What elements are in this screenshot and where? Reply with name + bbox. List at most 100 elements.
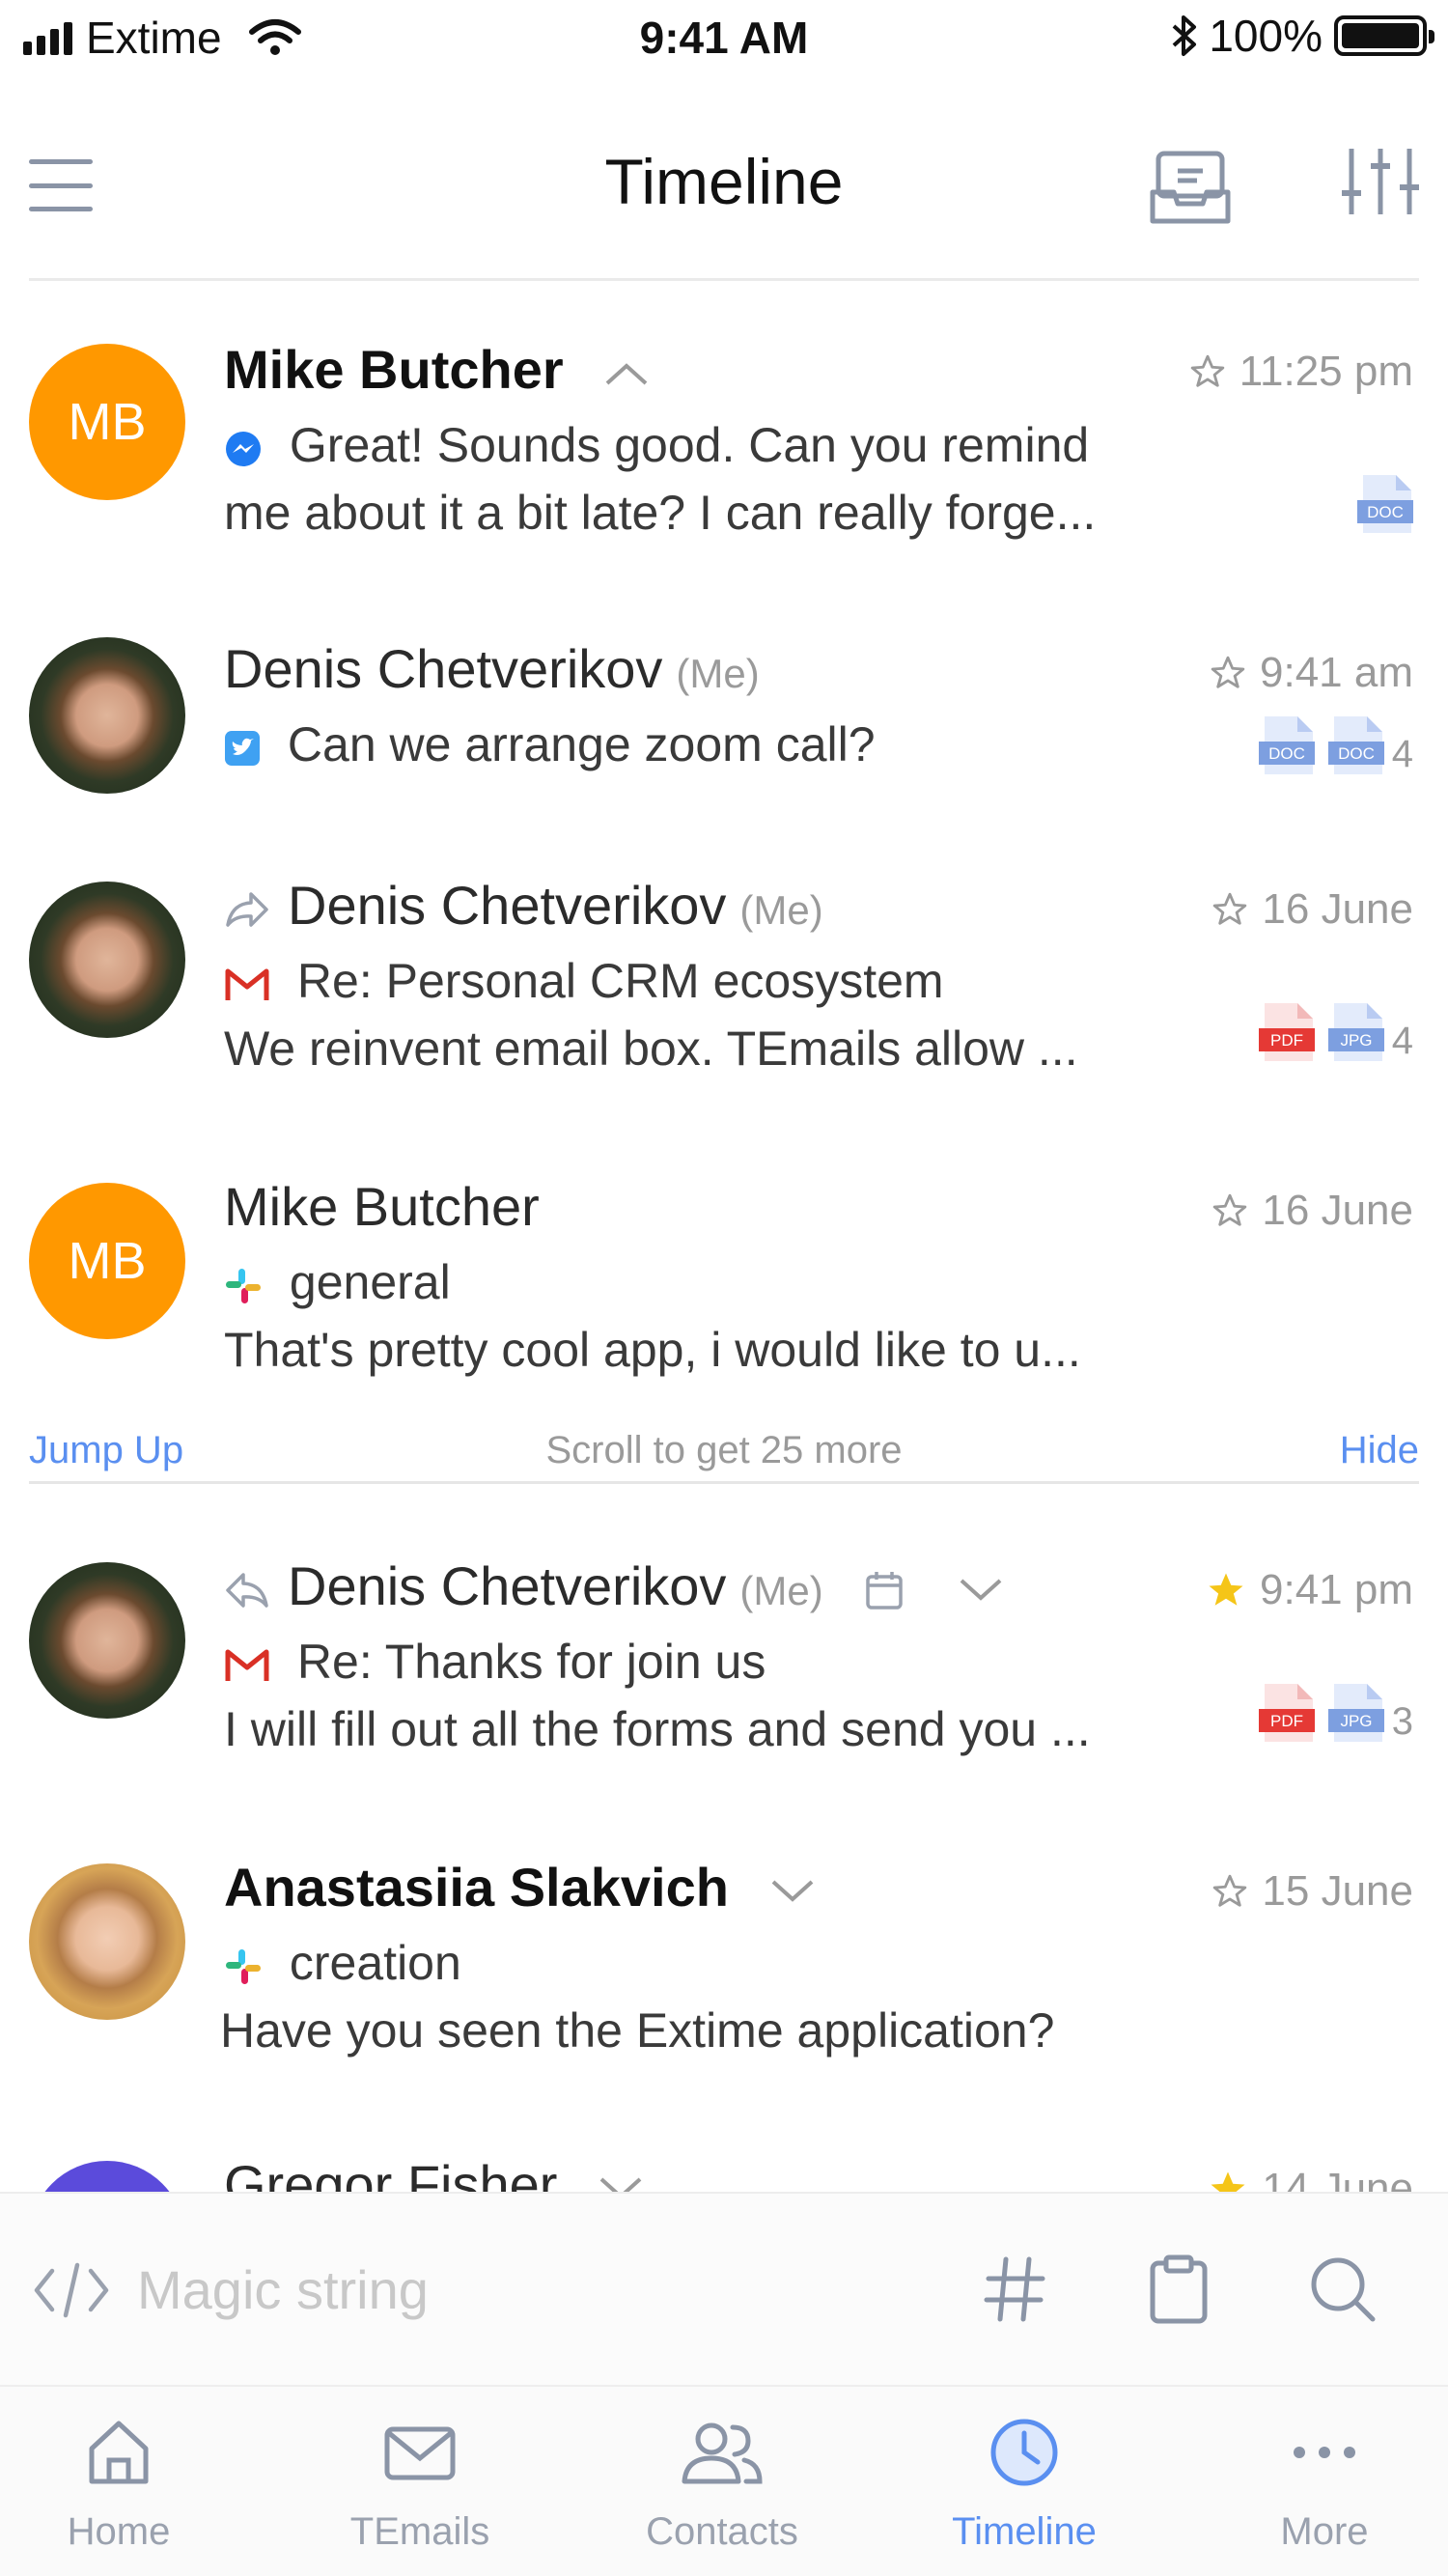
mail-icon bbox=[384, 2426, 456, 2480]
jpg-file-icon[interactable]: JPG bbox=[1327, 1001, 1384, 1063]
message-preview: Great! Sounds good. Can you remind bbox=[224, 417, 1089, 473]
timeline-item[interactable]: Denis Chetverikov (Me) 9:41 pm Re: Thanks… bbox=[0, 1554, 1448, 1796]
svg-text:DOC: DOC bbox=[1367, 503, 1404, 521]
load-more-bar: Scroll to get 25 more Jump Up Hide bbox=[29, 1429, 1419, 1487]
filter-icon[interactable] bbox=[1340, 145, 1421, 218]
search-icon[interactable] bbox=[1307, 2254, 1378, 2325]
avatar bbox=[29, 1863, 185, 2020]
timeline-item[interactable]: Denis Chetverikov (Me) 9:41 am Can we arr… bbox=[0, 637, 1448, 830]
contact-name: Mike Butcher bbox=[224, 1176, 540, 1237]
item-time: 16 June bbox=[1211, 885, 1413, 934]
tab-home[interactable]: Home bbox=[0, 2387, 264, 2576]
contact-name: Gregor Fisher bbox=[224, 2153, 644, 2192]
attachments: DOC bbox=[1357, 473, 1413, 535]
magic-string-input[interactable] bbox=[135, 2240, 911, 2338]
clock-icon bbox=[990, 2419, 1058, 2486]
message-preview: Have you seen the Extime application? bbox=[220, 2003, 1055, 2058]
chevron-down-icon[interactable] bbox=[598, 2175, 644, 2192]
item-time: 9:41 pm bbox=[1206, 1566, 1413, 1614]
separator-line bbox=[29, 1481, 1419, 1484]
svg-text:PDF: PDF bbox=[1270, 1031, 1303, 1050]
doc-file-icon[interactable]: DOC bbox=[1357, 473, 1413, 535]
attachment-count: 4 bbox=[1391, 1020, 1413, 1062]
avatar bbox=[29, 2161, 185, 2192]
status-bar: Extime 9:41 AM 100% bbox=[0, 0, 1448, 81]
message-preview: Can we arrange zoom call? bbox=[224, 716, 876, 772]
status-right: 100% bbox=[1170, 10, 1434, 62]
attachments: DOC DOC 4 bbox=[1258, 714, 1413, 776]
tab-temails[interactable]: TEmails bbox=[275, 2387, 565, 2576]
magic-string-bar bbox=[0, 2192, 1448, 2387]
jpg-file-icon[interactable]: JPG bbox=[1327, 1682, 1384, 1744]
contact-name: Anastasiia Slakvich bbox=[224, 1856, 816, 1918]
tab-more[interactable]: More bbox=[1180, 2387, 1448, 2576]
timeline-item[interactable]: Anastasiia Slakvich 15 June creation Hav… bbox=[0, 1856, 1448, 2097]
item-time: 9:41 am bbox=[1210, 649, 1413, 697]
message-preview: I will fill out all the forms and send y… bbox=[224, 1702, 1091, 1756]
gmail-icon bbox=[225, 1649, 269, 1681]
star-outline-icon[interactable] bbox=[1189, 353, 1226, 390]
battery-percent: 100% bbox=[1209, 11, 1323, 61]
tab-label: Home bbox=[67, 2510, 171, 2553]
item-time: 16 June bbox=[1211, 1187, 1413, 1235]
pdf-file-icon[interactable]: PDF bbox=[1258, 1682, 1315, 1744]
tab-timeline[interactable]: Timeline bbox=[879, 2387, 1169, 2576]
svg-text:DOC: DOC bbox=[1338, 744, 1375, 763]
avatar bbox=[29, 882, 185, 1038]
timeline-item[interactable]: Gregor Fisher 14 June bbox=[0, 2153, 1448, 2192]
chevron-up-icon[interactable] bbox=[603, 360, 650, 387]
avatar: MB bbox=[29, 1183, 185, 1339]
message-preview: We reinvent email box. TEmails allow ... bbox=[224, 1022, 1078, 1076]
tab-label: More bbox=[1280, 2510, 1369, 2553]
message-subject: Re: Thanks for join us bbox=[224, 1634, 766, 1690]
hide-link[interactable]: Hide bbox=[1340, 1429, 1419, 1472]
slack-icon bbox=[226, 1268, 261, 1303]
tab-contacts[interactable]: Contacts bbox=[577, 2387, 867, 2576]
item-time: 15 June bbox=[1211, 1867, 1413, 1916]
star-outline-icon[interactable] bbox=[1211, 1873, 1248, 1910]
timeline-item[interactable]: MB Mike Butcher 11:25 pm Great! Sounds g… bbox=[0, 338, 1448, 579]
hashtag-icon[interactable] bbox=[983, 2255, 1046, 2323]
timeline-item[interactable]: MB Mike Butcher 16 June general That's p… bbox=[0, 1175, 1448, 1416]
calendar-icon bbox=[866, 1572, 904, 1610]
timeline-item[interactable]: Denis Chetverikov (Me) 16 June Re: Person… bbox=[0, 874, 1448, 1115]
star-outline-icon[interactable] bbox=[1211, 1192, 1248, 1229]
message-preview: That's pretty cool app, i would like to … bbox=[224, 1323, 1081, 1377]
code-icon[interactable] bbox=[33, 2261, 110, 2319]
item-time: 11:25 pm bbox=[1189, 348, 1413, 396]
item-time: 14 June bbox=[1208, 2165, 1413, 2192]
star-outline-icon[interactable] bbox=[1210, 655, 1246, 691]
doc-file-icon[interactable]: DOC bbox=[1258, 714, 1315, 776]
gmail-icon bbox=[225, 968, 269, 1000]
attachment-count: 3 bbox=[1391, 1700, 1413, 1743]
chevron-down-icon[interactable] bbox=[769, 1878, 816, 1905]
avatar bbox=[29, 637, 185, 794]
star-filled-icon[interactable] bbox=[1208, 2169, 1248, 2192]
jump-up-link[interactable]: Jump Up bbox=[29, 1429, 183, 1472]
message-subject: Re: Personal CRM ecosystem bbox=[224, 953, 944, 1009]
pdf-file-icon[interactable]: PDF bbox=[1258, 1001, 1315, 1063]
svg-text:JPG: JPG bbox=[1340, 1031, 1372, 1050]
inbox-icon[interactable] bbox=[1149, 150, 1232, 227]
twitter-icon bbox=[225, 730, 260, 766]
svg-text:DOC: DOC bbox=[1268, 744, 1305, 763]
forward-icon bbox=[226, 892, 268, 927]
contact-name: Denis Chetverikov (Me) bbox=[224, 638, 760, 699]
svg-text:JPG: JPG bbox=[1340, 1712, 1372, 1730]
messenger-icon bbox=[226, 431, 261, 466]
header: Timeline bbox=[0, 106, 1448, 276]
timeline-screen: Extime 9:41 AM 100% Timeline MB Mike But… bbox=[0, 0, 1448, 2576]
tab-label: TEmails bbox=[349, 2510, 490, 2553]
chevron-down-icon[interactable] bbox=[958, 1577, 1004, 1604]
star-outline-icon[interactable] bbox=[1211, 891, 1248, 928]
avatar: MB bbox=[29, 344, 185, 500]
doc-file-icon[interactable]: DOC bbox=[1327, 714, 1384, 776]
contact-name: Mike Butcher bbox=[224, 338, 650, 401]
header-divider bbox=[29, 278, 1419, 281]
svg-text:PDF: PDF bbox=[1270, 1712, 1303, 1730]
star-filled-icon[interactable] bbox=[1206, 1570, 1246, 1610]
home-icon bbox=[89, 2421, 149, 2484]
clipboard-icon[interactable] bbox=[1147, 2254, 1211, 2325]
battery-icon bbox=[1334, 15, 1434, 56]
bluetooth-icon bbox=[1173, 15, 1197, 56]
